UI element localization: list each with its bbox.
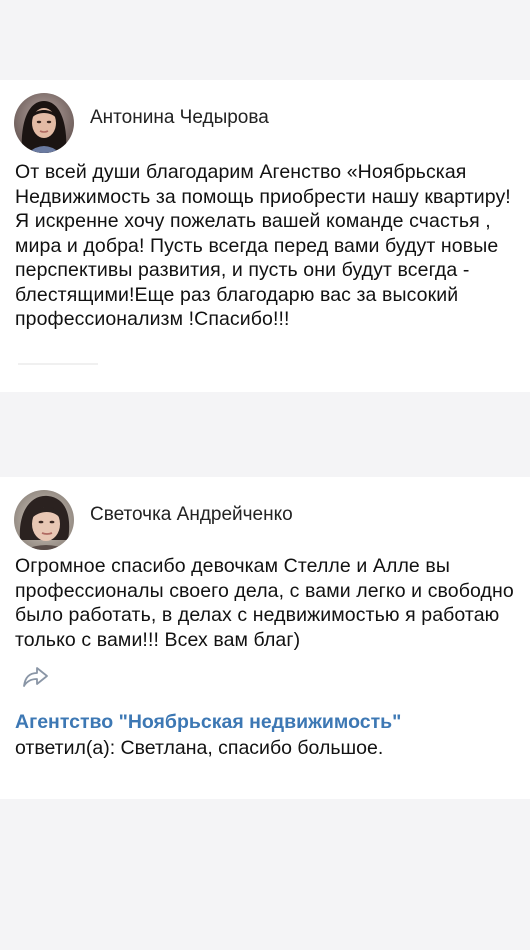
review-card: Светочка Андрейченко Огромное спасибо де… xyxy=(0,477,530,799)
divider xyxy=(18,363,98,365)
reply-block: Агентство "Ноябрьская недвижимость" отве… xyxy=(15,709,495,761)
review-header: Антонина Чедырова xyxy=(14,93,269,153)
user-avatar-icon[interactable] xyxy=(14,93,74,153)
review-text: Огромное спасибо девочкам Стелле и Алле … xyxy=(15,555,514,651)
reply-text: ответил(а): Светлана, спасибо большое. xyxy=(15,737,384,759)
review-text: От всей души благодарим Агенство «Ноябрь… xyxy=(15,161,511,330)
reply-author-link[interactable]: Агентство "Ноябрьская недвижимость" xyxy=(15,711,401,733)
review-card: Антонина Чедырова От всей души благодари… xyxy=(0,80,530,392)
share-arrow-icon[interactable] xyxy=(22,665,50,689)
review-header: Светочка Андрейченко xyxy=(14,490,293,550)
user-avatar-icon[interactable] xyxy=(14,490,74,550)
review-author[interactable]: Антонина Чедырова xyxy=(90,107,269,129)
review-author[interactable]: Светочка Андрейченко xyxy=(90,504,293,526)
